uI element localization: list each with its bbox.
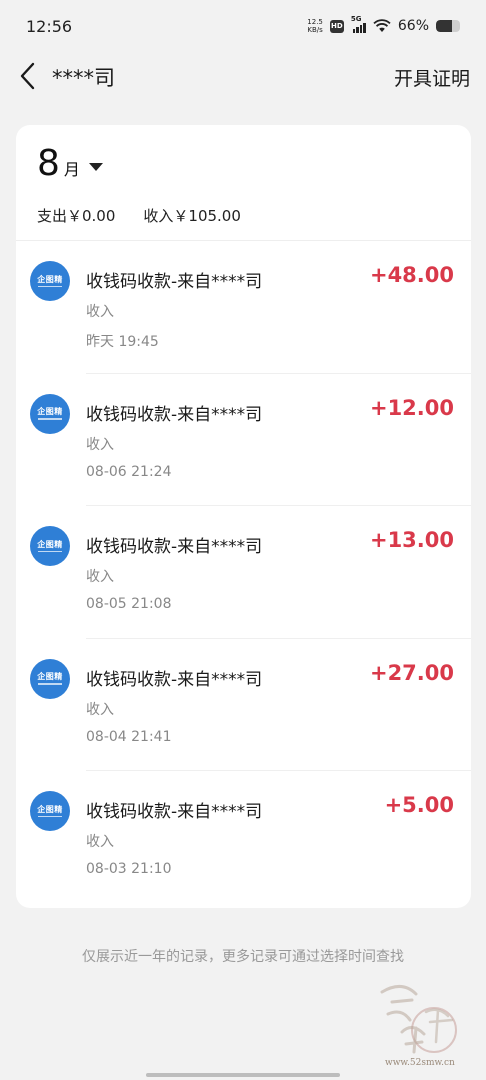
network-type: 5G [350, 15, 362, 23]
nav-bar: ****司 开具证明 [0, 52, 486, 102]
transaction-time: 08-05 21:08 [86, 596, 172, 612]
transaction-amount: +27.00 [369, 660, 454, 685]
transaction-title: 收钱码收款-来自****司 [86, 404, 263, 425]
watermark-url: www.52smw.cn [385, 1058, 455, 1068]
network-speed: 12.5 KB/s [307, 18, 323, 34]
transaction-type: 收入 [86, 436, 114, 453]
cellular-signal-icon: 5G [351, 15, 366, 33]
transaction-amount: +48.00 [369, 263, 454, 287]
total-expense: 支出￥0.00 [37, 207, 116, 225]
month-picker[interactable]: 8 月 [37, 143, 103, 184]
transaction-time: 08-04 21:41 [86, 728, 172, 745]
merchant-avatar: 企图精 [30, 658, 70, 699]
transaction-row[interactable]: 企图精 收钱码收款-来自****司 收入 08-06 21:24 +12.00 [16, 374, 471, 506]
transaction-title: 收钱码收款-来自****司 [86, 802, 263, 822]
merchant-avatar: 企图精 [30, 261, 70, 301]
issue-certificate-button[interactable]: 开具证明 [394, 64, 470, 91]
transaction-row[interactable]: 企图精 收钱码收款-来自****司 收入 08-04 21:41 +27.00 [16, 639, 471, 771]
transaction-time: 08-06 21:24 [86, 463, 172, 480]
status-bar: 12:56 12.5 KB/s HD 5G 66% [0, 0, 486, 52]
month-totals: 支出￥0.00 收入￥105.00 [37, 205, 241, 226]
home-indicator[interactable] [146, 1073, 340, 1077]
transaction-title: 收钱码收款-来自****司 [86, 537, 263, 557]
month-number: 8 [37, 143, 60, 184]
chevron-left-icon [20, 62, 35, 90]
status-indicators: 12.5 KB/s HD 5G 66% [307, 15, 460, 34]
battery-icon [436, 20, 460, 32]
transaction-title: 收钱码收款-来自****司 [86, 272, 263, 292]
hd-icon: HD [329, 19, 344, 33]
merchant-avatar: 企图精 [30, 526, 70, 566]
transaction-row[interactable]: 企图精 收钱码收款-来自****司 收入 08-05 21:08 +13.00 [16, 506, 471, 639]
wifi-icon [373, 19, 391, 32]
avatar-logo-text: 企图精 [37, 539, 63, 549]
transaction-title: 收钱码收款-来自****司 [86, 669, 263, 690]
watermark-seal-icon [380, 985, 457, 1054]
avatar-logo-text: 企图精 [37, 274, 63, 284]
back-button[interactable] [12, 58, 42, 94]
transaction-time: 08-03 21:10 [86, 861, 172, 877]
merchant-avatar: 企图精 [30, 393, 70, 434]
transactions-card: 8 月 支出￥0.00 收入￥105.00 企图精 收钱码收款-来自****司 … [16, 125, 471, 908]
transaction-amount: +12.00 [369, 395, 454, 420]
avatar-logo-text: 企图精 [37, 407, 63, 417]
transaction-type: 收入 [86, 304, 114, 320]
history-note: 仅展示近一年的记录，更多记录可通过选择时间查找 [82, 949, 404, 965]
network-speed-value: 12.5 [307, 18, 323, 26]
page-title: ****司 [52, 66, 115, 90]
battery-level [436, 20, 452, 32]
network-speed-unit: KB/s [307, 26, 323, 34]
month-summary: 8 月 支出￥0.00 收入￥105.00 [16, 125, 471, 241]
status-time: 12:56 [26, 16, 73, 36]
transaction-type: 收入 [86, 701, 114, 718]
transaction-type: 收入 [86, 834, 114, 850]
merchant-avatar: 企图精 [30, 791, 70, 831]
transaction-row[interactable]: 企图精 收钱码收款-来自****司 收入 08-03 21:10 +5.00 [16, 771, 471, 904]
transaction-list: 企图精 收钱码收款-来自****司 收入 昨天 19:45 +48.00 企图精… [16, 241, 471, 904]
transaction-type: 收入 [86, 569, 114, 585]
transaction-time: 昨天 19:45 [86, 334, 159, 350]
avatar-logo-text: 企图精 [37, 672, 63, 682]
caret-down-icon [88, 163, 103, 171]
battery-percent: 66% [397, 18, 429, 34]
avatar-logo-text: 企图精 [37, 804, 63, 814]
transaction-amount: +5.00 [384, 793, 454, 817]
transaction-amount: +13.00 [369, 528, 454, 552]
month-unit: 月 [63, 160, 80, 179]
total-income: 收入￥105.00 [143, 207, 241, 225]
transaction-row[interactable]: 企图精 收钱码收款-来自****司 收入 昨天 19:45 +48.00 [16, 241, 471, 374]
